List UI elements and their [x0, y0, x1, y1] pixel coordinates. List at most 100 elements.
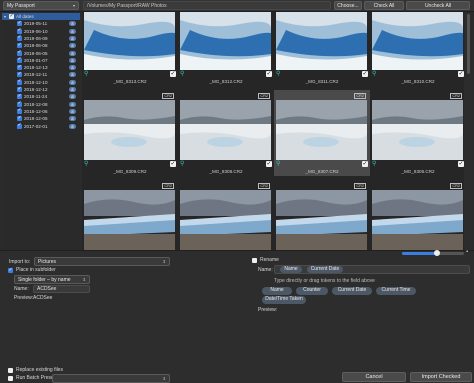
token-date-time-taken[interactable]: Date/Time Taken [262, 296, 306, 304]
date-count-badge: 8 [69, 116, 76, 122]
tree-item-date[interactable]: 2018-12-06 8 [2, 107, 80, 115]
tree-item-date[interactable]: 2018-12-08 8 [2, 100, 80, 108]
date-count-badge: 8 [69, 21, 76, 27]
photo-checkbox[interactable] [362, 70, 368, 77]
import-to-dropdown[interactable]: Pictures ⇕ [34, 257, 170, 266]
date-checkbox[interactable] [17, 34, 22, 41]
token-counter[interactable]: Counter [296, 287, 328, 295]
photo-thumbnail-cell[interactable]: CR2 ⚲ _MG_8309.CR2 [82, 90, 178, 176]
photo-checkbox[interactable] [170, 70, 176, 77]
date-label: 2019-06-10 [24, 28, 48, 34]
tree-item-date[interactable]: 2019-01-07 8 [2, 56, 80, 64]
thumbnail-size-slider[interactable] [402, 250, 464, 256]
rename-checkbox[interactable] [252, 258, 257, 263]
uncheck-all-button[interactable]: Uncheck All [406, 1, 470, 10]
date-checkbox[interactable] [17, 107, 22, 114]
token-current-date[interactable]: Current Date [332, 287, 372, 295]
subfolder-mode-dropdown[interactable]: Single folder – by name ⇕ [14, 275, 90, 284]
date-checkbox[interactable] [17, 56, 22, 63]
import-checked-button[interactable]: Import Checked [410, 372, 472, 382]
date-checkbox[interactable] [17, 115, 22, 122]
tree-item-date[interactable]: 2018-12-13 8 [2, 64, 80, 71]
photo-thumbnail-cell[interactable]: ⚲ _MG_8313.CR2 [82, 12, 178, 86]
date-checkbox[interactable] [17, 64, 22, 71]
photo-thumbnail-cell[interactable]: CR2⚲ [82, 180, 178, 250]
scrollbar-thumb[interactable] [467, 14, 470, 74]
photo-thumbnail-cell[interactable]: CR2 ⚲ _MG_8308.CR2 [178, 90, 274, 176]
photo-checkbox[interactable] [458, 70, 464, 77]
photo-image[interactable] [276, 100, 367, 160]
tree-item-date[interactable]: 2019-06-09 8 [2, 34, 80, 42]
photo-image[interactable] [84, 190, 175, 250]
photo-thumbnail-cell[interactable]: CR2⚲ [370, 180, 464, 250]
all-dates-checkbox[interactable] [9, 13, 14, 20]
tree-item-date[interactable]: 2019-06-10 8 [2, 27, 80, 35]
tree-item-date[interactable]: 2018-12-05 8 [2, 115, 80, 122]
photo-thumbnail-cell[interactable]: ⚲ _MG_8311.CR2 [274, 12, 370, 86]
photo-thumbnail-cell[interactable]: CR2⚲ [178, 180, 274, 250]
date-label: 2019-06-05 [24, 50, 48, 56]
photo-checkbox[interactable] [362, 160, 368, 167]
tree-item-date[interactable]: 2019-06-05 8 [2, 49, 80, 57]
replace-existing-checkbox[interactable] [8, 368, 13, 373]
check-all-button[interactable]: Check All [364, 1, 404, 10]
date-checkbox[interactable] [17, 27, 22, 34]
photo-thumbnail-cell[interactable]: CR2⚲ [274, 180, 370, 250]
photo-image[interactable] [180, 190, 271, 250]
rename-token-current-date[interactable]: Current Date [307, 266, 343, 273]
place-in-subfolder-checkbox[interactable] [8, 268, 13, 273]
photo-checkbox[interactable] [170, 160, 176, 167]
date-checkbox[interactable] [17, 42, 22, 49]
date-checkbox[interactable] [17, 100, 22, 107]
rename-token-name[interactable]: Name [280, 266, 302, 273]
photo-image[interactable] [84, 12, 175, 70]
tree-item-date[interactable]: 2019-05-11 8 [2, 20, 80, 27]
photo-checkbox[interactable] [266, 160, 272, 167]
photo-thumbnail-cell[interactable]: ⚲ _MG_8312.CR2 [178, 12, 274, 86]
token-current-time[interactable]: Current Time [376, 287, 416, 295]
photo-checkbox[interactable] [458, 160, 464, 167]
disclosure-triangle-icon[interactable]: ▾ [4, 13, 6, 20]
choose-button[interactable]: Choose... [334, 1, 362, 10]
photo-image[interactable] [180, 100, 271, 160]
subfolder-preview-label: Preview: [14, 295, 34, 301]
subfolder-name-input[interactable]: ACDSee [33, 285, 90, 293]
photo-image[interactable] [276, 12, 367, 70]
photo-image[interactable] [372, 100, 463, 160]
photo-image[interactable] [84, 100, 175, 160]
tree-item-date[interactable]: 2017-02-01 8 [2, 122, 80, 130]
photo-thumbnail-cell[interactable]: CR2 ⚲ _MG_8306.CR2 [370, 90, 464, 176]
photo-image[interactable] [372, 190, 463, 250]
date-checkbox[interactable] [17, 122, 22, 129]
photo-image[interactable] [180, 12, 271, 70]
chevron-down-icon: ⇕ [162, 259, 166, 264]
place-in-subfolder-label: Place in subfolder [16, 267, 56, 273]
date-checkbox[interactable] [17, 71, 22, 78]
slider-handle[interactable] [434, 250, 440, 256]
date-checkbox[interactable] [17, 49, 22, 56]
tree-item-date[interactable]: 2019-06-08 8 [2, 42, 80, 49]
batch-preset-dropdown[interactable]: ⇕ [52, 374, 170, 383]
photo-image[interactable] [276, 190, 367, 250]
tree-item-date[interactable]: 2018-12-10 8 [2, 78, 80, 86]
photo-checkbox[interactable] [266, 70, 272, 77]
tree-item-date[interactable]: 2018-12-11 8 [2, 71, 80, 78]
photo-image[interactable] [372, 12, 463, 70]
tree-item-date[interactable]: 2018-11-24 8 [2, 93, 80, 100]
date-checkbox[interactable] [17, 93, 22, 100]
device-dropdown[interactable]: My Passport ▾ [3, 1, 79, 10]
date-checkbox[interactable] [17, 86, 22, 93]
tree-item-date[interactable]: 2018-12-12 8 [2, 86, 80, 93]
date-checkbox[interactable] [17, 78, 22, 85]
rename-label: Rename [260, 257, 279, 263]
photo-thumbnail-cell[interactable]: ⚲ _MG_8310.CR2 [370, 12, 464, 86]
date-checkbox[interactable] [17, 20, 22, 27]
rename-pattern-field[interactable]: Name Current Date [274, 265, 470, 274]
cancel-button[interactable]: Cancel [342, 372, 406, 382]
chevron-down-icon: ⇕ [82, 277, 86, 282]
run-batch-preset-checkbox[interactable] [8, 376, 13, 381]
token-name[interactable]: Name [262, 287, 292, 295]
tree-item-all-dates[interactable]: ▾All dates [2, 13, 80, 21]
date-count-badge: 8 [69, 35, 76, 41]
photo-thumbnail-cell[interactable]: CR2 ⚲ _MG_8307.CR2 [274, 90, 370, 176]
